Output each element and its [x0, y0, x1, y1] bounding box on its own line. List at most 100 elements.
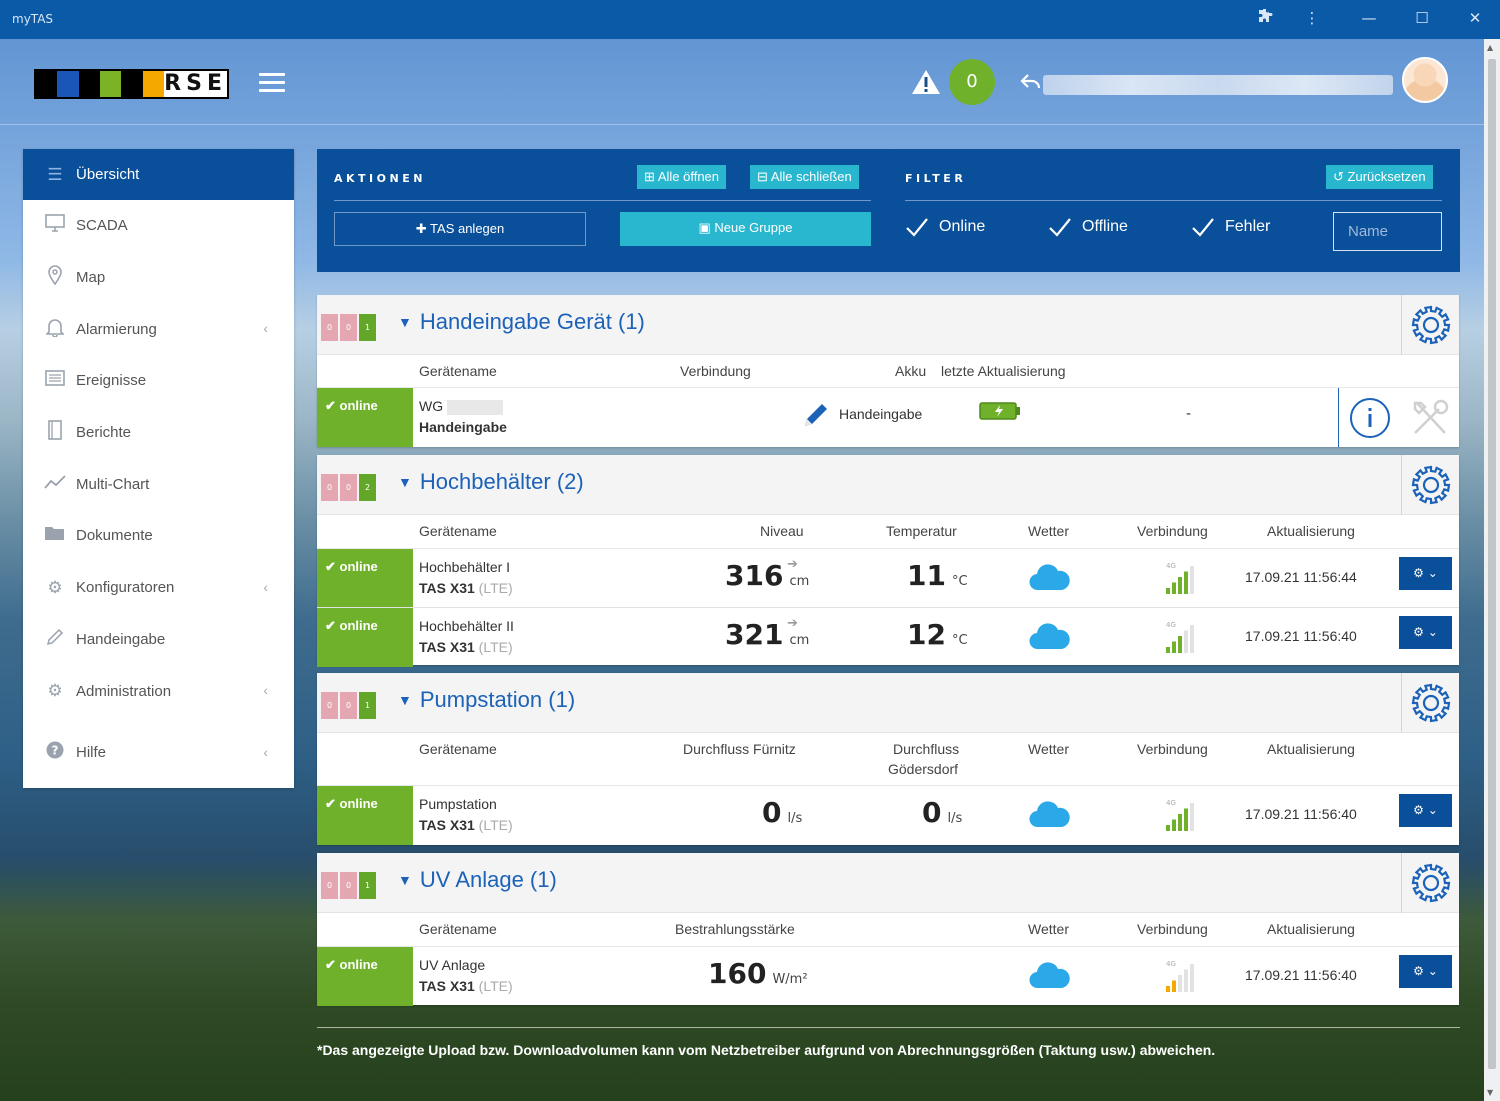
- close-icon[interactable]: ✕: [1463, 8, 1487, 28]
- scroll-up-icon[interactable]: ▲: [1487, 43, 1493, 52]
- device-name: Pumpstation: [419, 796, 497, 812]
- value-number: 316: [725, 559, 784, 592]
- check-icon: [1192, 218, 1214, 237]
- col-niveau: Niveau: [760, 523, 804, 539]
- status-badge: ✔ online: [317, 388, 413, 447]
- group-title-toggle[interactable]: ▼ Handeingabe Gerät (1): [398, 309, 645, 335]
- sidebar-item-label: SCADA: [76, 217, 128, 235]
- warning-icon[interactable]: [911, 69, 941, 99]
- cogs-icon: ⚙: [1413, 566, 1424, 580]
- offline-count-badge: 0: [340, 474, 357, 501]
- chevron-left-icon: ‹: [263, 743, 268, 760]
- col-durchfluss-fuernitz: Durchfluss Fürnitz: [683, 741, 796, 757]
- group-settings-gear-icon[interactable]: [1401, 673, 1459, 733]
- sidebar-item-label: Übersicht: [76, 166, 140, 183]
- sidebar-item-scada[interactable]: SCADA: [23, 200, 294, 252]
- new-group-button[interactable]: ▣ Neue Gruppe: [620, 212, 871, 246]
- group-title-toggle[interactable]: ▼ Pumpstation (1): [398, 687, 575, 713]
- table-row[interactable]: ✔ online WG Handeingabe Handeingabe -: [317, 388, 1459, 447]
- name-filter-input[interactable]: [1333, 212, 1442, 251]
- sidebar-item-ereignisse[interactable]: Ereignisse: [23, 355, 294, 407]
- update-time: 17.09.21 11:56:40: [1245, 806, 1357, 822]
- scroll-down-icon[interactable]: ▼: [1487, 1088, 1493, 1097]
- cogs-icon: ⚙: [1413, 964, 1424, 978]
- group-title-toggle[interactable]: ▼ Hochbehälter (2): [398, 469, 584, 495]
- create-tas-button[interactable]: ✚ TAS anlegen: [334, 212, 586, 246]
- square-minus-icon: ⊟: [757, 169, 768, 184]
- signal-label: 4G: [1166, 621, 1176, 629]
- sidebar-item-administration[interactable]: ⚙ Administration ‹: [23, 665, 294, 717]
- info-button[interactable]: [1338, 388, 1400, 447]
- col-geraetename: Gerätename: [419, 523, 497, 539]
- device-settings-dropdown-button[interactable]: ⚙ ⌄: [1399, 955, 1452, 988]
- status-text: online: [339, 957, 378, 972]
- cogs-icon: ⚙: [1413, 803, 1424, 817]
- sidebar-item-uebersicht[interactable]: ☰ Übersicht: [23, 149, 294, 200]
- sidebar-item-handeingabe[interactable]: Handeingabe: [23, 614, 294, 666]
- device-info: Hochbehälter II TAS X31 (LTE): [419, 616, 514, 658]
- column-header: Gerätename Niveau Temperatur Wetter Verb…: [317, 515, 1459, 549]
- window-title: myTAS: [12, 12, 54, 26]
- table-row[interactable]: ✔ online UV Anlage TAS X31 (LTE) 160 W/m²…: [317, 947, 1459, 1006]
- group-card-uv-anlage: 0 0 1 ▼ UV Anlage (1) Gerätename Bestrahl…: [317, 853, 1459, 1006]
- cogs-icon: ⚙: [1413, 625, 1424, 639]
- device-settings-dropdown-button[interactable]: ⚙ ⌄: [1399, 616, 1452, 649]
- group-settings-gear-icon[interactable]: [1401, 295, 1459, 355]
- group-settings-gear-icon[interactable]: [1401, 455, 1459, 515]
- signal-bar: [1178, 636, 1182, 653]
- sidebar-item-multi-chart[interactable]: Multi-Chart: [23, 458, 294, 510]
- reset-button[interactable]: ↺ Zurücksetzen: [1326, 165, 1433, 189]
- user-name-blurred[interactable]: [1043, 75, 1393, 95]
- actions-filter-panel: AKTIONEN ⊞ Alle öffnen ⊟ Alle schließen …: [317, 149, 1460, 272]
- signal-bar: [1178, 577, 1182, 594]
- sidebar-item-hilfe[interactable]: ? Hilfe ‹: [23, 727, 294, 779]
- column-header: Gerätename Durchfluss Fürnitz Durchfluss…: [317, 733, 1459, 786]
- group-settings-gear-icon[interactable]: [1401, 853, 1459, 913]
- table-row[interactable]: ✔ online Hochbehälter I TAS X31 (LTE) 31…: [317, 549, 1459, 608]
- signal-bar: [1172, 582, 1176, 594]
- col-wetter: Wetter: [1028, 921, 1069, 937]
- network-type: (LTE): [478, 639, 513, 655]
- status-text: online: [339, 398, 378, 413]
- trend-arrow-icon: ➔: [787, 616, 798, 631]
- gear-outline: [1411, 863, 1450, 903]
- reply-icon[interactable]: [1020, 73, 1042, 96]
- maximize-icon[interactable]: ☐: [1410, 8, 1434, 28]
- table-row[interactable]: ✔ online Hochbehälter II TAS X31 (LTE) 3…: [317, 608, 1459, 667]
- value-unit: W/m²: [772, 972, 808, 987]
- filter-offline-label: Offline: [1082, 218, 1128, 235]
- alarm-count-badge[interactable]: 0: [949, 59, 995, 105]
- sidebar-item-alarmierung[interactable]: Alarmierung ‹: [23, 303, 294, 355]
- avatar[interactable]: [1402, 57, 1448, 103]
- filter-error-checkbox[interactable]: Fehler: [1191, 217, 1270, 237]
- group-header: 0 0 2 ▼ Hochbehälter (2): [317, 455, 1459, 515]
- sidebar-item-konfiguratoren[interactable]: ⚙ Konfiguratoren ‹: [23, 562, 294, 614]
- cloud-icon: [1028, 564, 1072, 596]
- chevron-down-icon: ⌄: [1427, 566, 1438, 580]
- sidebar-item-map[interactable]: Map: [23, 252, 294, 304]
- device-model: TAS X31: [419, 978, 475, 994]
- more-vertical-icon[interactable]: ⋮: [1300, 8, 1324, 28]
- sidebar-item-berichte[interactable]: Berichte: [23, 407, 294, 459]
- tools-icon[interactable]: [1401, 388, 1459, 447]
- signal-bar: [1166, 825, 1170, 831]
- table-row[interactable]: ✔ online Pumpstation TAS X31 (LTE) 0 l/s …: [317, 786, 1459, 845]
- open-all-button[interactable]: ⊞ Alle öffnen: [637, 165, 727, 189]
- device-settings-dropdown-button[interactable]: ⚙ ⌄: [1399, 557, 1452, 590]
- minimize-icon[interactable]: —: [1357, 8, 1381, 28]
- extension-icon[interactable]: [1253, 8, 1277, 29]
- group-icon: ▣: [698, 220, 711, 235]
- group-title-toggle[interactable]: ▼ UV Anlage (1): [398, 867, 557, 893]
- device-settings-dropdown-button[interactable]: ⚙ ⌄: [1399, 794, 1452, 827]
- scrollbar[interactable]: ▲ ▼: [1484, 39, 1500, 1101]
- hamburger-menu-icon[interactable]: [259, 73, 285, 93]
- scrollbar-thumb[interactable]: [1488, 59, 1496, 1069]
- network-type: (LTE): [478, 580, 513, 596]
- filter-offline-checkbox[interactable]: Offline: [1048, 217, 1128, 237]
- filter-online-checkbox[interactable]: Online: [905, 217, 985, 237]
- sidebar-item-dokumente[interactable]: Dokumente: [23, 510, 294, 562]
- close-all-button[interactable]: ⊟ Alle schließen: [750, 165, 859, 189]
- chevron-down-icon: ▼: [398, 474, 412, 490]
- value-number: 12: [907, 618, 946, 651]
- col-verbindung: Verbindung: [1137, 741, 1208, 757]
